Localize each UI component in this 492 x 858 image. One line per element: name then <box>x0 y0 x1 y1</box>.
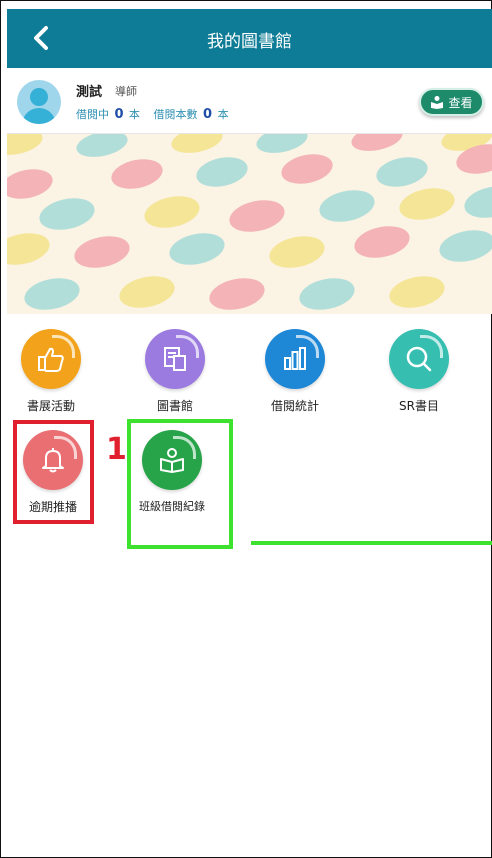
view-button[interactable]: 查看 <box>419 88 484 116</box>
menu-label: SR書目 <box>399 399 439 413</box>
highlight-line-green <box>251 541 492 545</box>
view-button-label: 查看 <box>448 95 473 110</box>
menu-label: 借閱統計 <box>270 399 319 413</box>
borrowed-total-label: 借閱本數 <box>153 108 198 121</box>
step-number: 1 <box>106 432 127 467</box>
user-role: 導師 <box>115 85 137 98</box>
highlight-box-red <box>13 420 94 524</box>
highlight-box-green <box>127 419 233 549</box>
library-books-icon <box>145 329 205 389</box>
menu-label: 書展活動 <box>26 399 75 413</box>
borrowed-total-count: 0 <box>203 107 213 122</box>
page-title: 我的圖書館 <box>207 32 292 52</box>
borrowing-label: 借閱中 <box>76 108 109 121</box>
menu-book-exhibition[interactable]: 書展活動 <box>3 329 99 414</box>
menu-library[interactable]: 圖書館 <box>127 329 223 414</box>
menu-label: 圖書館 <box>156 399 193 413</box>
borrowing-count: 0 <box>114 107 124 122</box>
borrowing-unit: 本 <box>129 108 141 121</box>
menu-borrow-statistics[interactable]: 借閱統計 <box>247 329 343 414</box>
thumbs-up-icon <box>21 329 81 389</box>
menu-sr-booklist[interactable]: SR書目 <box>371 329 467 414</box>
bar-chart-icon <box>265 329 325 389</box>
app-header: 我的圖書館 <box>7 9 492 68</box>
user-name: 測試 <box>76 85 103 100</box>
search-icon <box>389 329 449 389</box>
user-profile-bar: 測試 導師 借閱中 0 本 借閱本數 0 本 查看 <box>7 68 492 134</box>
borrowed-total-unit: 本 <box>217 108 229 121</box>
reader-icon <box>431 96 444 109</box>
borrow-stats: 借閱中 0 本 借閱本數 0 本 <box>76 106 239 122</box>
avatar <box>17 80 61 124</box>
banner-image <box>7 134 492 314</box>
